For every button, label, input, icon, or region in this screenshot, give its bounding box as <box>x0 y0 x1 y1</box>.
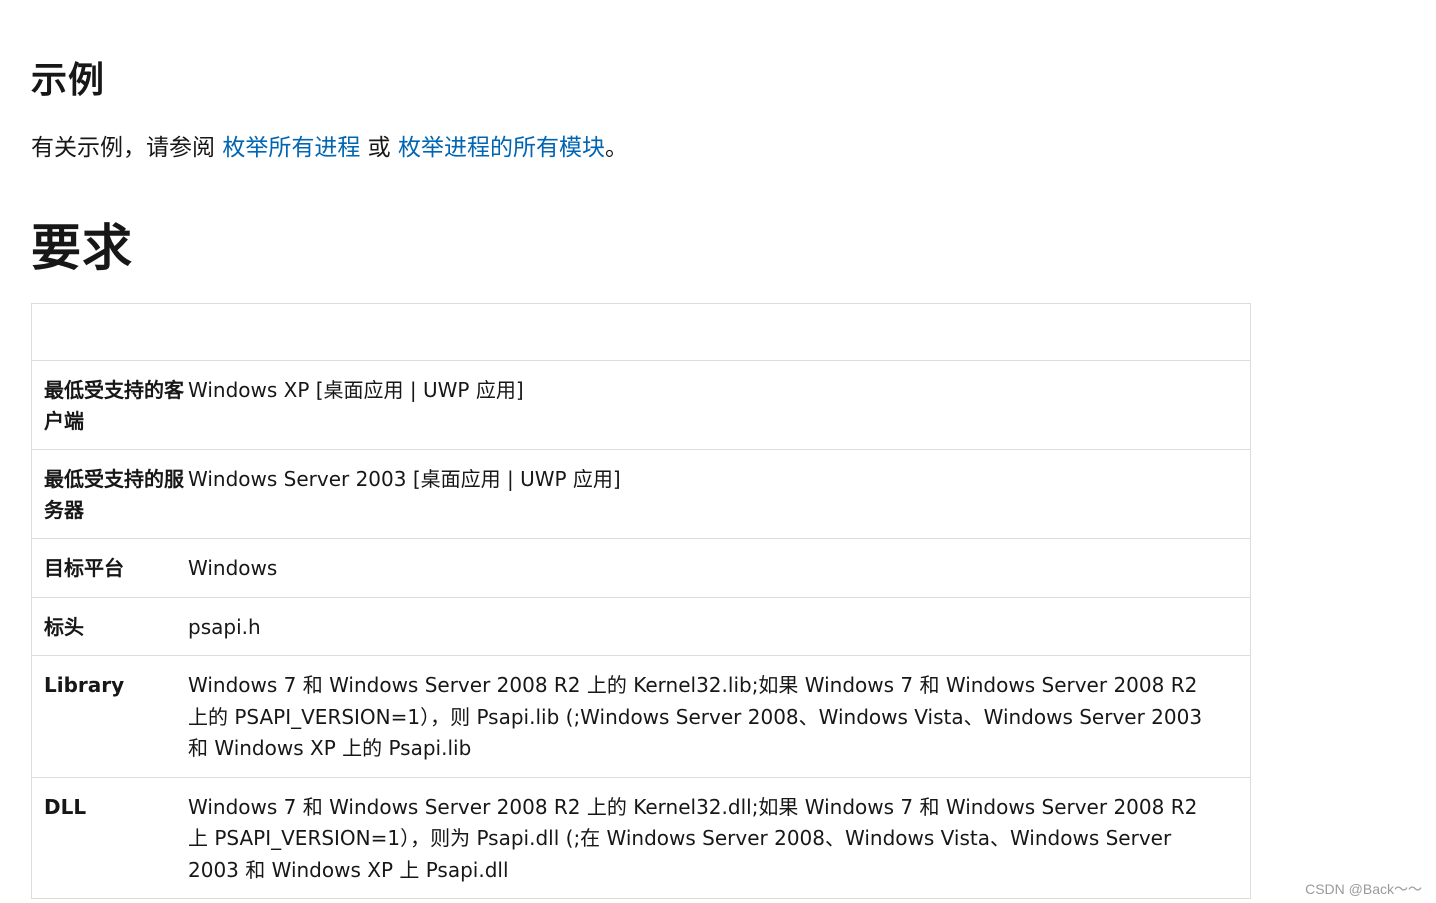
table-row: 标头 psapi.h <box>31 596 1251 656</box>
example-text-between: 或 <box>360 135 398 161</box>
requirement-value: Windows XP [桌面应用 | UWP 应用] <box>188 360 1251 450</box>
requirement-key: 最低受支持的服务器 <box>31 449 188 539</box>
requirement-value: Windows 7 和 Windows Server 2008 R2 上的 Ke… <box>188 655 1251 777</box>
table-header-cell <box>188 304 1251 361</box>
table-row: DLL Windows 7 和 Windows Server 2008 R2 上… <box>31 776 1251 899</box>
table-header-cell <box>32 304 189 361</box>
requirement-key: 标头 <box>31 596 188 656</box>
table-row: 目标平台 Windows <box>31 538 1251 597</box>
requirement-key: 最低受支持的客户端 <box>31 360 188 450</box>
link-enumerate-all-modules[interactable]: 枚举进程的所有模块 <box>398 135 605 161</box>
table-header-row <box>32 304 1251 361</box>
requirement-key: 目标平台 <box>31 538 188 597</box>
requirements-heading: 要求 <box>31 219 133 277</box>
example-text-before: 有关示例，请参阅 <box>31 135 223 161</box>
example-text-after: 。 <box>604 135 628 161</box>
csdn-watermark: CSDN @Back～～ <box>1305 881 1422 897</box>
table-row: Library Windows 7 和 Windows Server 2008 … <box>31 655 1251 777</box>
requirements-table: 最低受支持的客户端 Windows XP [桌面应用 | UWP 应用] 最低受… <box>31 303 1251 899</box>
link-enumerate-all-processes[interactable]: 枚举所有进程 <box>222 135 360 161</box>
requirement-value: psapi.h <box>188 596 1251 656</box>
requirement-key: DLL <box>31 776 188 899</box>
requirement-value: Windows Server 2003 [桌面应用 | UWP 应用] <box>188 449 1251 539</box>
requirement-key: Library <box>31 655 188 777</box>
example-heading: 示例 <box>31 60 106 101</box>
table-row: 最低受支持的客户端 Windows XP [桌面应用 | UWP 应用] <box>31 360 1251 450</box>
example-paragraph: 有关示例，请参阅 枚举所有进程 或 枚举进程的所有模块。 <box>31 131 628 165</box>
requirement-value: Windows 7 和 Windows Server 2008 R2 上的 Ke… <box>188 776 1251 899</box>
table-row: 最低受支持的服务器 Windows Server 2003 [桌面应用 | UW… <box>31 449 1251 539</box>
requirement-value: Windows <box>188 538 1251 597</box>
